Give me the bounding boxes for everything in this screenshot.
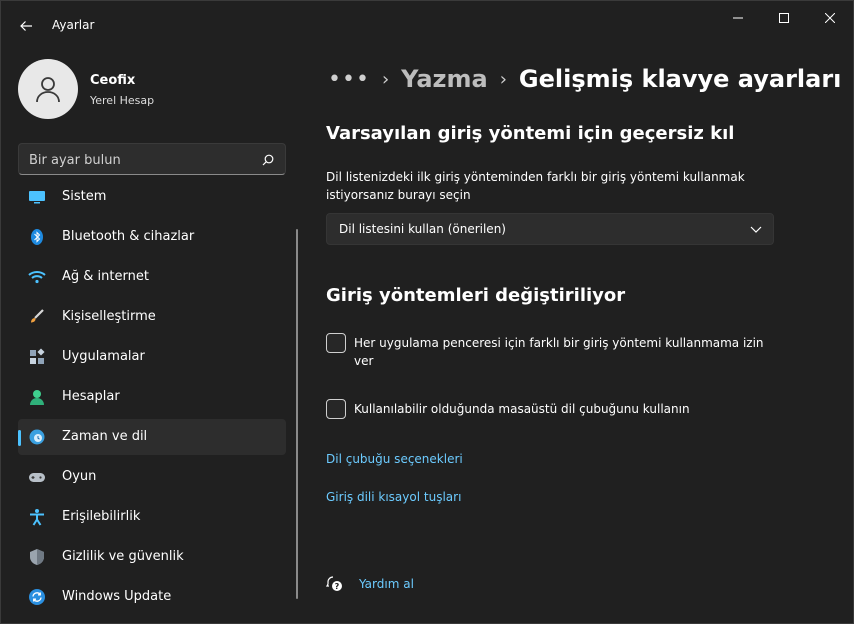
app-title: Ayarlar — [52, 18, 95, 32]
override-description: Dil listenizdeki ilk giriş yönteminden f… — [326, 170, 745, 202]
sidebar-item-label: Erişilebilirlik — [62, 509, 141, 524]
back-arrow-icon — [20, 21, 32, 31]
breadcrumb-parent[interactable]: Yazma — [401, 65, 488, 93]
gamepad-icon — [28, 468, 46, 486]
dropdown-value: Dil listesini kullan (önerilen) — [339, 222, 506, 236]
sidebar-item-label: Windows Update — [62, 589, 172, 604]
search-icon[interactable] — [259, 151, 277, 169]
user-icon — [36, 77, 60, 103]
help-label: Yardım al — [359, 577, 414, 591]
close-button[interactable] — [807, 1, 853, 35]
switching-heading: Giriş yöntemleri değiştiriliyor — [326, 285, 626, 306]
profile-name: Ceofix — [90, 73, 136, 88]
user-profile[interactable]: Ceofix Yerel Hesap — [18, 59, 288, 119]
sidebar-item-label: Gizlilik ve güvenlik — [62, 549, 184, 564]
language-bar-options-link[interactable]: Dil çubuğu seçenekleri — [326, 452, 463, 466]
sidebar-item-accounts[interactable]: Hesaplar — [18, 379, 286, 415]
sidebar-item-accessibility[interactable]: Erişilebilirlik — [18, 499, 286, 535]
breadcrumb-more[interactable]: ••• — [328, 67, 370, 92]
sidebar-item-label: Ağ & internet — [62, 269, 149, 284]
input-method-dropdown[interactable]: Dil listesini kullan (önerilen) — [326, 213, 774, 245]
sidebar-item-label: Sistem — [62, 189, 107, 204]
sidebar-item-label: Hesaplar — [62, 389, 120, 404]
close-icon — [825, 13, 835, 23]
minimize-icon — [733, 17, 743, 19]
sidebar-nav: Sistem Bluetooth & cihazlar Ağ & interne… — [18, 181, 286, 617]
brush-icon — [28, 308, 46, 326]
account-type: Yerel Hesap — [90, 94, 155, 107]
minimize-button[interactable] — [715, 1, 761, 35]
shield-icon — [28, 548, 46, 566]
back-button[interactable] — [11, 11, 41, 41]
per-app-input-checkbox[interactable] — [326, 333, 346, 353]
sidebar-item-label: Uygulamalar — [62, 349, 145, 364]
chevron-right-icon: › — [499, 68, 507, 90]
sidebar-item-label: Oyun — [62, 469, 97, 484]
search-input[interactable] — [29, 150, 249, 170]
settings-search — [18, 143, 286, 175]
checkbox-label: Kullanılabilir olduğunda masaüstü dil çu… — [354, 402, 690, 416]
apps-icon — [28, 348, 46, 366]
checkbox-label: Her uygulama penceresi için farklı bir g… — [354, 336, 764, 368]
bluetooth-icon — [28, 228, 46, 246]
system-icon — [28, 188, 46, 206]
sidebar-item-bluetooth[interactable]: Bluetooth & cihazlar — [18, 219, 286, 255]
selection-indicator — [18, 430, 21, 446]
svg-text:?: ? — [335, 582, 340, 591]
accessibility-icon — [28, 508, 46, 526]
title-bar: Ayarlar — [1, 1, 853, 49]
maximize-button[interactable] — [761, 1, 807, 35]
sidebar-item-gaming[interactable]: Oyun — [18, 459, 286, 495]
sidebar-scrollbar[interactable] — [296, 229, 298, 599]
sidebar-item-label: Zaman ve dil — [62, 429, 148, 444]
sidebar-item-network[interactable]: Ağ & internet — [18, 259, 286, 295]
input-language-hotkeys-link[interactable]: Giriş dili kısayol tuşları — [326, 490, 461, 504]
sidebar-item-label: Bluetooth & cihazlar — [62, 229, 195, 244]
windows-update-icon — [28, 588, 46, 606]
language-bar-checkbox[interactable] — [326, 399, 346, 419]
account-icon — [28, 388, 46, 406]
chevron-down-icon — [750, 226, 762, 233]
help-icon: ? — [326, 576, 342, 591]
maximize-icon — [779, 13, 789, 23]
sidebar-item-label: Kişiselleştirme — [62, 309, 156, 324]
sidebar-item-personalization[interactable]: Kişiselleştirme — [18, 299, 286, 335]
sidebar-item-apps[interactable]: Uygulamalar — [18, 339, 286, 375]
chevron-right-icon: › — [381, 68, 390, 90]
time-language-icon — [28, 428, 46, 446]
sidebar-item-time-language[interactable]: Zaman ve dil — [18, 419, 286, 455]
avatar — [18, 59, 78, 119]
page-title: Gelişmiş klavye ayarları — [518, 65, 842, 93]
wifi-icon — [28, 268, 46, 286]
sidebar-item-windows-update[interactable]: Windows Update — [18, 579, 286, 615]
sidebar-item-privacy[interactable]: Gizlilik ve güvenlik — [18, 539, 286, 575]
sidebar-item-system[interactable]: Sistem — [18, 181, 286, 215]
settings-window: Ayarlar Ceofix Yerel Hesap Bir ayar bulu… — [0, 0, 854, 624]
override-heading: Varsayılan giriş yöntemi için geçersiz k… — [326, 123, 735, 144]
breadcrumb: ••• › Yazma › Gelişmiş klavye ayarları — [328, 61, 841, 97]
